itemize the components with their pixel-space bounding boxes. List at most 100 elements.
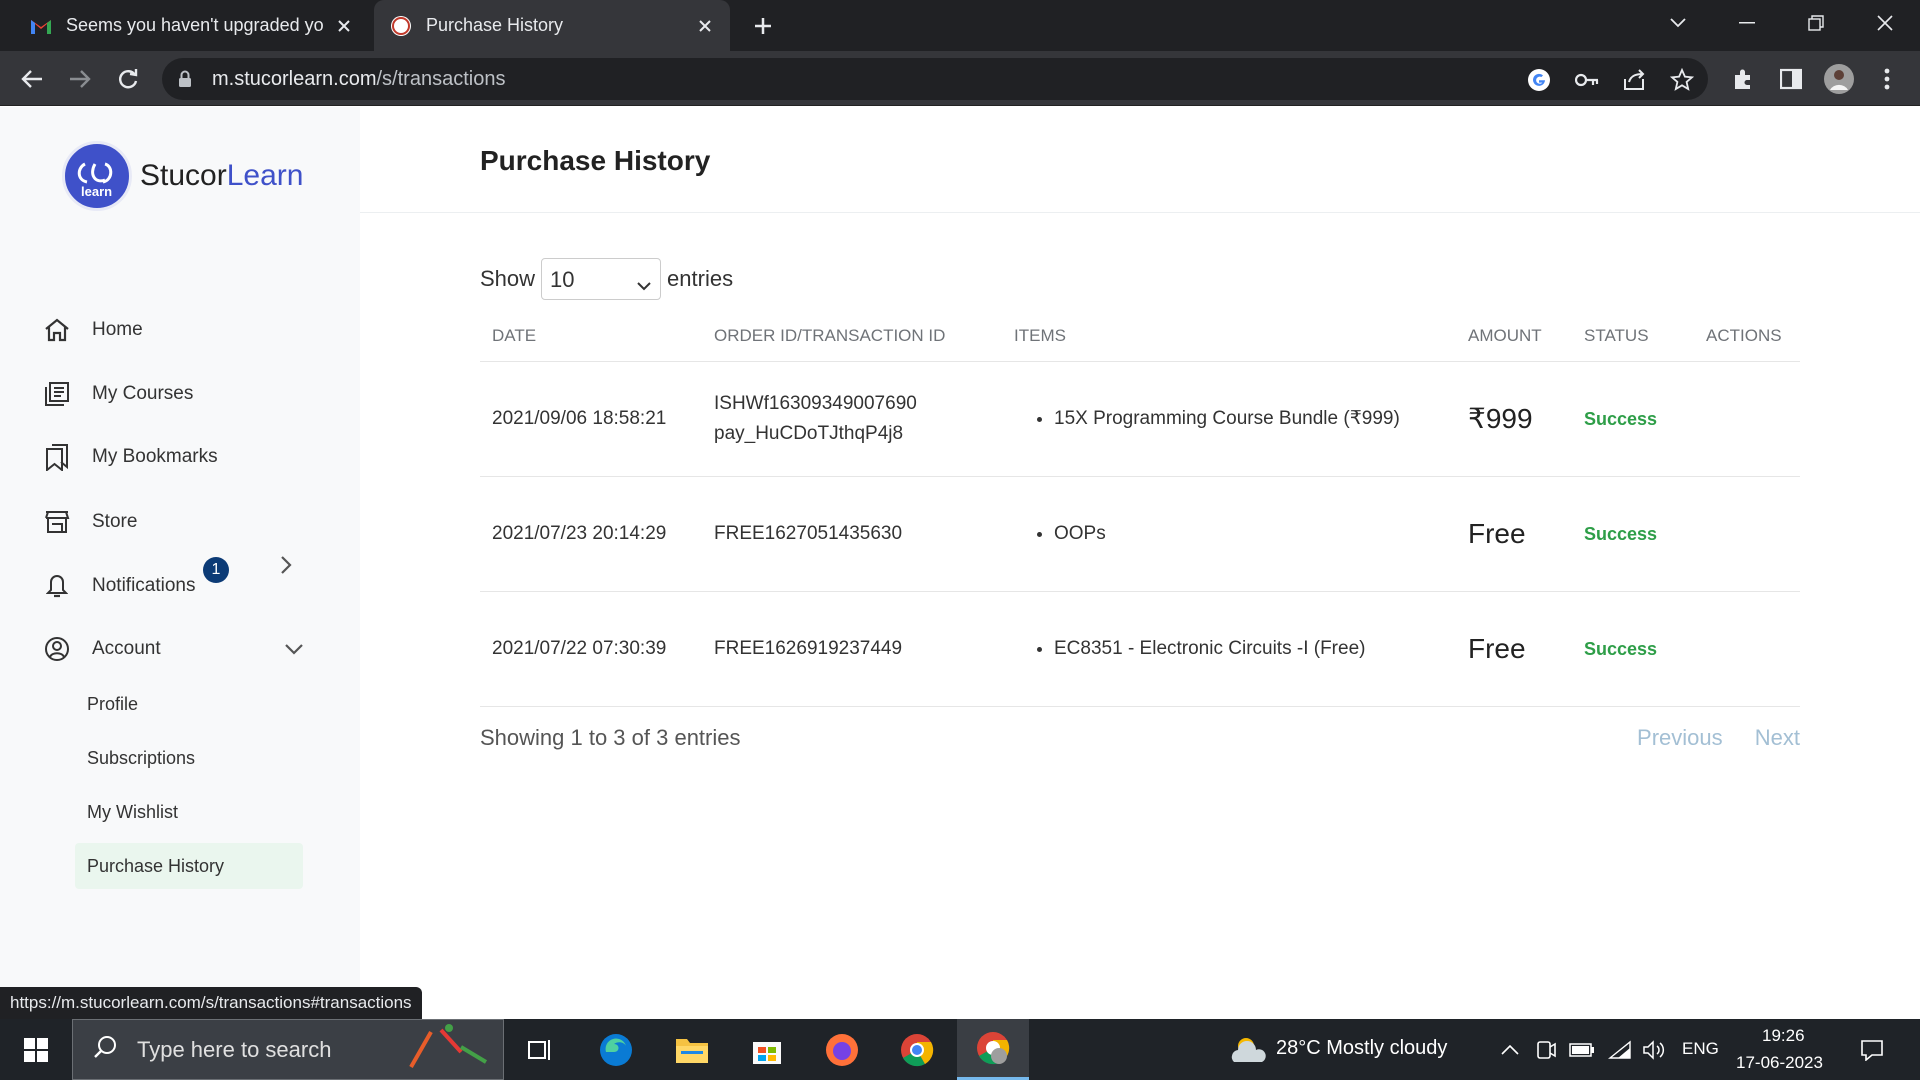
forward-icon[interactable] [64,63,96,95]
sidebar-subitem-profile[interactable]: Profile [75,681,303,727]
volume-icon[interactable] [1640,1019,1668,1080]
restore-icon[interactable] [1794,6,1838,40]
cell-items: 15X Programming Course Bundle (₹999) [1002,361,1456,477]
url-text: m.stucorlearn.com/s/transactions [212,68,506,90]
notification-badge: 1 [203,557,229,583]
table-header-row: DATE ORDER ID/TRANSACTION ID ITEMS AMOUN… [480,311,1800,362]
column-header-items[interactable]: ITEMS [1002,311,1456,362]
cell-date: 2021/07/23 20:14:29 [480,476,702,592]
showing-entries-text: Showing 1 to 3 of 3 entries [480,724,741,750]
window-close-icon[interactable] [1863,6,1907,40]
previous-button[interactable]: Previous [1637,725,1723,750]
gmail-icon [30,15,52,37]
table-row: 2021/07/22 07:30:39 FREE1626919237449 EC… [480,591,1800,707]
menu-kebab-icon[interactable] [1872,64,1902,94]
sidebar-item-home[interactable]: Home [42,315,143,345]
clock-date[interactable]: 17-06-2023 [1736,1053,1823,1073]
pagination: Previous Next [1611,725,1800,751]
logo-badge-text: learn [81,184,113,199]
task-view-icon[interactable] [520,1019,560,1080]
entries-control: Show 10 entries [480,257,1800,301]
store-icon [42,507,72,537]
microsoft-store-icon[interactable] [745,1019,789,1080]
battery-icon[interactable] [1568,1019,1596,1080]
firefox-icon[interactable] [820,1019,864,1080]
sidebar-item-account[interactable]: Account [42,634,161,664]
key-icon[interactable] [1574,67,1600,93]
taskbar-search-placeholder: Type here to search [137,1036,332,1062]
transactions-table: DATE ORDER ID/TRANSACTION ID ITEMS AMOUN… [480,311,1800,707]
sidebar-item-my-courses[interactable]: My Courses [42,379,193,409]
table-row: 2021/07/23 20:14:29 FREE1627051435630 OO… [480,476,1800,592]
chevron-down-icon[interactable] [284,642,304,660]
cell-order-id: ISHWf16309349007690 pay_HuCDoTJthqP4j8 [702,361,1002,477]
sidebar-item-label: My Courses [92,383,194,404]
order-id: FREE1627051435630 [714,522,903,544]
sidebar-subitem-purchase-history[interactable]: Purchase History [75,843,303,889]
notification-center-icon[interactable] [1854,1019,1890,1080]
extensions-icon[interactable] [1728,64,1758,94]
weather-icon[interactable] [1226,1019,1270,1080]
google-icon[interactable] [1526,67,1552,93]
tab-gmail[interactable]: Seems you haven't upgraded yo [14,0,369,51]
sidebar-item-notifications[interactable]: Notifications [42,571,196,601]
sidebar-item-store[interactable]: Store [42,507,137,537]
language-indicator[interactable]: ENG [1682,1039,1719,1059]
chrome-icon[interactable] [895,1019,939,1080]
chevron-up-icon[interactable] [1498,1019,1522,1080]
star-icon[interactable] [1669,67,1695,93]
status-badge: Success [1572,361,1694,477]
site-logo[interactable]: learn StucorLearn [62,141,303,211]
status-url-bubble: https://m.stucorlearn.com/s/transactions… [0,987,422,1019]
close-icon[interactable] [692,13,718,39]
sidebar-item-label: Account [92,638,161,659]
chevron-right-icon[interactable] [280,555,292,580]
taskbar-search[interactable]: Type here to search [72,1019,504,1080]
transaction-id: pay_HuCDoTJthqP4j8 [714,422,904,444]
windows-start-icon[interactable] [16,1019,56,1080]
sidebar-item-my-bookmarks[interactable]: My Bookmarks [42,442,218,472]
order-id: ISHWf16309349007690 [714,392,917,414]
tab-purchase-history[interactable]: Purchase History [374,0,730,51]
cell-date: 2021/09/06 18:58:21 [480,361,702,477]
file-explorer-icon[interactable] [670,1019,714,1080]
status-badge: Success [1572,591,1694,707]
profile-avatar[interactable] [1824,64,1854,94]
account-icon [42,634,72,664]
tab-search-icon[interactable] [1656,6,1700,40]
column-header-date[interactable]: DATE [480,311,702,362]
logo-badge: learn [62,141,132,211]
minimize-icon[interactable] [1725,6,1769,40]
logo-text: StucorLearn [140,159,304,192]
meet-icon[interactable] [1534,1019,1558,1080]
share-icon[interactable] [1622,67,1648,93]
entries-label: entries [667,266,734,291]
wifi-icon[interactable] [1606,1019,1634,1080]
column-header-status[interactable]: STATUS [1572,311,1694,362]
weather-text[interactable]: 28°C Mostly cloudy [1276,1037,1447,1060]
side-panel-icon[interactable] [1776,64,1806,94]
column-header-amount[interactable]: AMOUNT [1456,311,1572,362]
entries-select[interactable]: 10 [541,258,662,300]
lock-icon [178,70,192,93]
edge-icon[interactable] [594,1019,638,1080]
cell-amount: ₹999 [1456,361,1572,477]
next-button[interactable]: Next [1755,725,1800,750]
sidebar-subitem-subscriptions[interactable]: Subscriptions [75,735,303,781]
address-bar[interactable]: m.stucorlearn.com/s/transactions [162,58,1708,100]
sidebar-item-label: Store [92,511,138,532]
taskbar: Type here to search 28°C Mostly cloudy E… [0,1019,1920,1080]
new-tab-icon[interactable] [748,11,778,41]
sidebar-subitem-my-wishlist[interactable]: My Wishlist [75,789,303,835]
bookmark-icon [42,442,72,472]
close-icon[interactable] [331,13,357,39]
column-header-actions: ACTIONS [1694,311,1800,362]
clock-time[interactable]: 19:26 [1762,1026,1805,1046]
tab-title: Seems you haven't upgraded yo [66,15,324,35]
chrome-profile-icon[interactable] [957,1019,1029,1080]
cell-amount: Free [1456,476,1572,592]
column-header-order-id[interactable]: ORDER ID/TRANSACTION ID [702,311,1002,362]
reload-icon[interactable] [112,63,144,95]
cell-actions [1694,361,1800,477]
back-icon[interactable] [16,63,48,95]
